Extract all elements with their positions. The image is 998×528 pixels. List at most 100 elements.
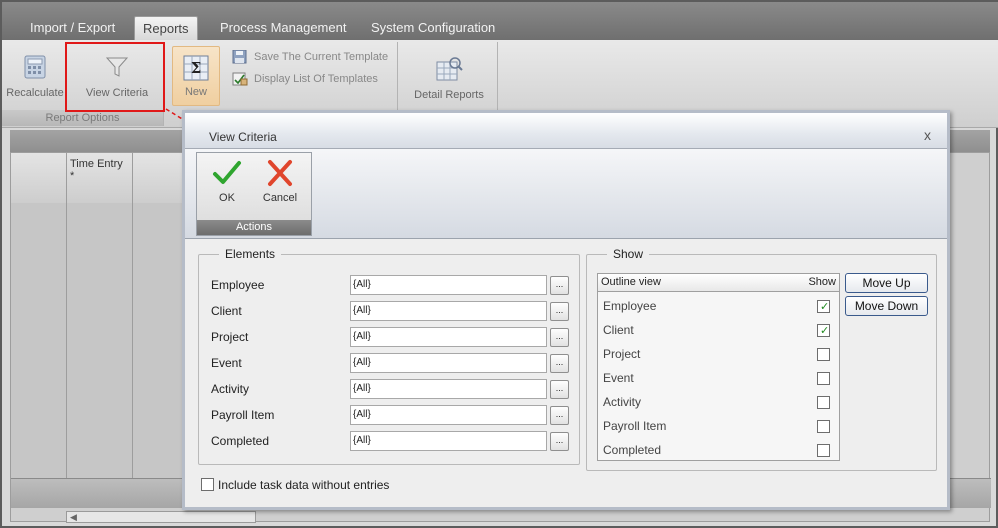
- highlight-box: [65, 42, 165, 112]
- sigma-grid-icon: Σ: [183, 55, 209, 81]
- outline-item-name: Client: [603, 323, 634, 337]
- show-checkbox[interactable]: [817, 372, 830, 385]
- app-window: Import / Export Reports Process Manageme…: [0, 0, 998, 528]
- grid-row-body: [11, 203, 67, 478]
- browse-button[interactable]: ...: [550, 354, 569, 373]
- element-row-project: Project {All} ...: [211, 327, 581, 347]
- list-item[interactable]: Activity: [598, 390, 839, 414]
- element-row-payroll-item: Payroll Item {All} ...: [211, 405, 581, 425]
- outline-item-name: Employee: [603, 299, 657, 313]
- display-templates-label: Display List Of Templates: [254, 73, 378, 85]
- show-checkbox[interactable]: [817, 444, 830, 457]
- element-name: Activity: [211, 382, 250, 396]
- browse-button[interactable]: ...: [550, 302, 569, 321]
- tab-system-configuration[interactable]: System Configuration: [363, 16, 503, 40]
- recalculate-label: Recalculate: [6, 87, 64, 99]
- detail-reports-label: Detail Reports: [414, 89, 484, 101]
- element-name: Employee: [211, 278, 265, 292]
- tab-reports[interactable]: Reports: [134, 16, 198, 40]
- element-row-event: Event {All} ...: [211, 353, 581, 373]
- save-template-command[interactable]: Save The Current Template: [232, 48, 388, 66]
- cancel-button[interactable]: Cancel: [255, 159, 305, 204]
- list-item[interactable]: Employee ✓: [598, 294, 839, 318]
- ok-label: OK: [219, 192, 235, 204]
- element-row-client: Client {All} ...: [211, 301, 581, 321]
- move-up-button[interactable]: Move Up: [845, 273, 928, 293]
- show-checkbox[interactable]: ✓: [817, 300, 830, 313]
- scroll-left-icon[interactable]: ◀: [70, 512, 77, 522]
- new-label: New: [184, 86, 207, 98]
- grid-row-header: [11, 153, 67, 203]
- element-name: Completed: [211, 434, 270, 448]
- list-item[interactable]: Payroll Item: [598, 414, 839, 438]
- browse-button[interactable]: ...: [550, 432, 569, 451]
- svg-text:Σ: Σ: [191, 59, 202, 77]
- view-criteria-dialog: View Criteria x OK Cancel Actions Elemen…: [182, 110, 950, 510]
- outline-item-name: Payroll Item: [603, 419, 667, 433]
- list-item[interactable]: Project: [598, 342, 839, 366]
- save-template-label: Save The Current Template: [254, 51, 389, 63]
- recalculate-button[interactable]: Recalculate: [4, 54, 66, 99]
- element-value-field[interactable]: {All}: [350, 275, 547, 295]
- report-options-label: Report Options: [2, 110, 163, 126]
- element-value-field[interactable]: {All}: [350, 379, 547, 399]
- cross-icon: [268, 160, 292, 186]
- close-icon[interactable]: x: [924, 127, 931, 143]
- element-value-field[interactable]: {All}: [350, 301, 547, 321]
- element-name: Project: [211, 330, 249, 344]
- outline-item-name: Project: [603, 347, 641, 361]
- horizontal-scrollbar[interactable]: ◀: [66, 511, 256, 523]
- include-task-data-option[interactable]: Include task data without entries: [201, 477, 389, 493]
- ok-button[interactable]: OK: [202, 159, 252, 204]
- show-legend: Show: [613, 247, 644, 261]
- element-name: Payroll Item: [211, 408, 275, 422]
- browse-button[interactable]: ...: [550, 380, 569, 399]
- tab-strip: Import / Export Reports Process Manageme…: [2, 2, 998, 40]
- show-fieldset: Show Outline view Show Employee ✓ Client…: [586, 247, 937, 471]
- cancel-label: Cancel: [262, 192, 298, 204]
- element-value-field[interactable]: {All}: [350, 327, 547, 347]
- include-task-data-label: Include task data without entries: [218, 477, 390, 492]
- column-header-label: Time Entry *: [70, 158, 123, 182]
- show-column-header: Show: [808, 276, 836, 288]
- element-value-field[interactable]: {All}: [350, 405, 547, 425]
- show-checkbox[interactable]: [817, 396, 830, 409]
- outline-item-name: Activity: [603, 395, 642, 409]
- move-down-button[interactable]: Move Down: [845, 296, 928, 316]
- grid-column-body: [67, 203, 133, 478]
- display-templates-command[interactable]: Display List Of Templates: [232, 70, 378, 88]
- list-item[interactable]: Event: [598, 366, 839, 390]
- list-item[interactable]: Completed: [598, 438, 839, 462]
- element-row-employee: Employee {All} ...: [211, 275, 581, 295]
- dialog-title: View Criteria: [209, 130, 277, 144]
- browse-button[interactable]: ...: [550, 276, 569, 295]
- element-row-activity: Activity {All} ...: [211, 379, 581, 399]
- elements-fieldset: Elements Employee {All} ... Client {All}…: [198, 247, 580, 465]
- include-task-data-checkbox[interactable]: [201, 478, 214, 492]
- outline-item-name: Completed: [603, 443, 662, 457]
- show-checkbox[interactable]: [817, 420, 830, 433]
- checkmark-icon: [213, 161, 241, 184]
- grid-column-header[interactable]: Time Entry *: [67, 153, 133, 203]
- outline-view-header: Outline view: [601, 276, 661, 288]
- browse-button[interactable]: ...: [550, 406, 569, 425]
- save-icon: [232, 50, 247, 64]
- show-checkbox[interactable]: [817, 348, 830, 361]
- element-name: Client: [211, 304, 242, 318]
- detail-reports-button[interactable]: Detail Reports: [406, 56, 492, 101]
- new-report-button[interactable]: Σ New: [172, 46, 220, 106]
- element-value-field[interactable]: {All}: [350, 353, 547, 373]
- dialog-title-bar[interactable]: View Criteria x: [185, 113, 947, 149]
- tab-import-export[interactable]: Import / Export: [22, 16, 123, 40]
- calculator-icon: [24, 55, 46, 79]
- show-checkbox[interactable]: ✓: [817, 324, 830, 337]
- element-row-completed: Completed {All} ...: [211, 431, 581, 451]
- browse-button[interactable]: ...: [550, 328, 569, 347]
- element-value-field[interactable]: {All}: [350, 431, 547, 451]
- outline-header: Outline view Show: [598, 274, 839, 292]
- outline-item-name: Event: [603, 371, 634, 385]
- list-item[interactable]: Client ✓: [598, 318, 839, 342]
- tab-process-management[interactable]: Process Management: [212, 16, 354, 40]
- checkmark-icon: ✓: [820, 301, 830, 313]
- template-list-icon: [232, 72, 248, 86]
